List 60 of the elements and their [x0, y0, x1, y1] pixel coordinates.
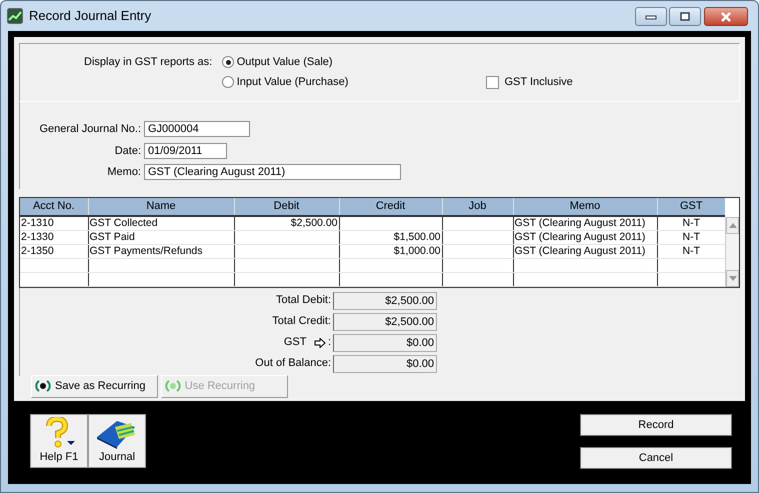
toolbar-button[interactable]: Journal [88, 414, 146, 468]
total-label: Out of Balance: [255, 356, 331, 372]
window-title: Record Journal Entry [29, 7, 152, 26]
table-cell: GST (Clearing August 2011) [513, 230, 657, 244]
column-header: Credit [339, 198, 442, 216]
maximize-button[interactable] [669, 7, 702, 26]
field-label: General Journal No.: [38, 122, 142, 137]
total-label: Total Credit: [272, 314, 331, 330]
action-button[interactable]: Record [580, 414, 732, 436]
total-value: $0.00 [333, 334, 437, 352]
up-arrow-icon [728, 223, 736, 228]
table-cell: GST Payments/Refunds [88, 244, 234, 258]
total-value: $2,500.00 [333, 292, 437, 310]
total-value: $0.00 [333, 354, 437, 372]
field-label: Display in GST reports as: [84, 55, 212, 70]
radio-button[interactable] [222, 76, 234, 88]
table-cell: GST (Clearing August 2011) [513, 244, 657, 258]
radio-label: Input Value (Purchase) [236, 75, 348, 90]
table-cell: GST (Clearing August 2011) [513, 216, 657, 230]
radio-label: Output Value (Sale) [236, 55, 333, 70]
recurring-icon [35, 379, 51, 393]
scroll-down-button[interactable] [726, 270, 739, 286]
column-header: Acct No. [20, 198, 88, 216]
input-field[interactable]: GJ000004 [144, 121, 250, 138]
table-cell: 2-1350 [20, 244, 88, 258]
total-label: GST [284, 335, 306, 350]
total-label: Total Debit: [276, 293, 331, 308]
field-label: Date: [114, 144, 142, 158]
table-cell: 2-1330 [20, 230, 88, 244]
column-header: Debit [234, 198, 339, 216]
table-cell: $1,000.00 [339, 244, 442, 258]
column-header: Job [442, 198, 513, 216]
total-label: : [328, 335, 331, 350]
radio-button[interactable] [222, 56, 234, 68]
column-header: GST [657, 198, 725, 216]
input-field[interactable]: 01/09/2011 [144, 142, 227, 159]
minimize-icon [644, 14, 656, 20]
table-cell: $2,500.00 [234, 216, 339, 230]
close-icon [720, 12, 732, 22]
close-button[interactable] [704, 7, 748, 26]
checkbox-label: GST Inclusive [504, 75, 573, 90]
action-button[interactable]: Cancel [580, 447, 732, 469]
column-header: Memo [513, 198, 657, 216]
minimize-button[interactable] [634, 7, 666, 26]
total-value: $2,500.00 [333, 312, 437, 330]
maximize-icon [680, 12, 690, 21]
recurring-button[interactable]: Save as Recurring [31, 374, 158, 398]
table-cell: GST Paid [88, 230, 234, 244]
checkbox[interactable] [486, 76, 499, 89]
table-cell: 2-1310 [20, 216, 88, 230]
table-cell: GST Collected [88, 216, 234, 230]
recurring-icon [164, 379, 181, 393]
down-arrow-icon [728, 276, 736, 280]
arrow-icon[interactable] [314, 338, 326, 348]
table-cell: $1,500.00 [339, 230, 442, 244]
app-icon [7, 8, 23, 24]
toolbar-button[interactable]: Help F1 [30, 414, 88, 468]
input-field[interactable]: GST (Clearing August 2011) [144, 164, 401, 180]
column-header: Name [88, 198, 234, 216]
field-label: Memo: [106, 165, 142, 180]
